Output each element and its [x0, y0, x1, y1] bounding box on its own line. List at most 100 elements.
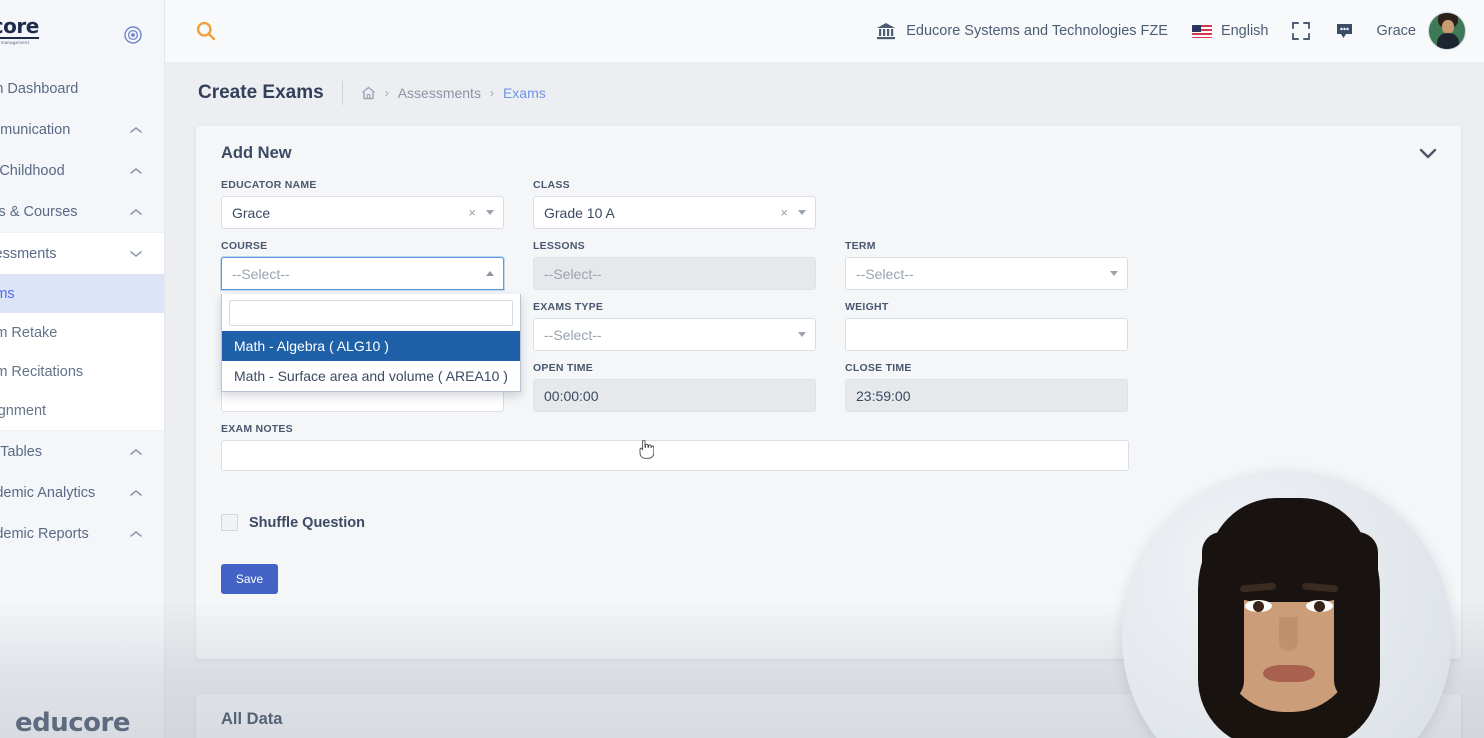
breadcrumb-item-exams[interactable]: Exams: [503, 85, 546, 101]
field-label: COURSE: [221, 240, 268, 252]
educator-name-select[interactable]: Grace ×: [221, 196, 504, 229]
field-label: TERM: [845, 240, 876, 252]
field-open-time: OPEN TIME 00:00:00: [533, 362, 816, 412]
sidebar-item-exam-recitations[interactable]: xam Recitations: [0, 352, 164, 391]
lessons-placeholder: --Select--: [544, 265, 602, 282]
caret-down-icon: [486, 210, 494, 215]
field-spacer-1: [845, 179, 1128, 229]
sidebar-item-academic-analytics[interactable]: cademic Analytics: [0, 472, 164, 513]
target-icon[interactable]: [124, 26, 142, 44]
sidebar-item-timetables[interactable]: meTables: [0, 431, 164, 472]
sidebar-item-label: rly Childhood: [0, 162, 65, 179]
field-label: EDUCATOR NAME: [221, 179, 317, 191]
sidebar-item-label: xams: [0, 285, 15, 302]
top-bar: Educore Systems and Technologies FZE Eng…: [165, 0, 1484, 62]
sidebar-item-label: cademic Reports: [0, 525, 89, 542]
clear-icon[interactable]: ×: [468, 205, 476, 220]
caret-down-icon: [798, 210, 806, 215]
chevron-up-icon: [130, 489, 142, 497]
app-logo[interactable]: ucore education management: [0, 16, 39, 46]
exam-notes-input[interactable]: [221, 440, 1129, 471]
sidebar-nav: ach Dashboard ommunication rly Childhood…: [0, 62, 164, 554]
field-label: CLASS: [533, 179, 570, 191]
app-logo-subtitle: education management: [0, 40, 30, 46]
sidebar-item-label: xam Recitations: [0, 363, 84, 380]
sidebar-item-topics-and-courses[interactable]: pics & Courses: [0, 191, 164, 232]
exams-type-placeholder: --Select--: [544, 326, 602, 343]
form-row-2: COURSE --Select-- Math - Algebra ( ALG10…: [221, 240, 1436, 392]
chevron-down-icon[interactable]: [1419, 148, 1437, 159]
field-label: WEIGHT: [845, 301, 889, 313]
top-bar-actions: Educore Systems and Technologies FZE Eng…: [876, 12, 1484, 50]
sidebar-item-label: pics & Courses: [0, 203, 78, 220]
lessons-select[interactable]: --Select--: [533, 257, 816, 290]
breadcrumb-separator: ›: [489, 86, 494, 100]
sidebar-item-assignment[interactable]: ssignment: [0, 391, 164, 430]
course-option-surface-area[interactable]: Math - Surface area and volume ( AREA10 …: [222, 361, 520, 391]
sidebar-item-exams[interactable]: xams: [0, 274, 164, 313]
clear-icon[interactable]: ×: [780, 205, 788, 220]
breadcrumb-separator: ›: [384, 86, 389, 100]
course-dropdown-search-input[interactable]: [229, 300, 513, 326]
open-time-input[interactable]: 00:00:00: [533, 379, 816, 412]
field-weight: WEIGHT: [845, 301, 1128, 351]
term-select[interactable]: --Select--: [845, 257, 1128, 290]
chat-bubble-icon[interactable]: [1333, 19, 1357, 43]
field-label: OPEN TIME: [533, 362, 594, 374]
breadcrumb-item-assessments[interactable]: Assessments: [398, 85, 481, 101]
user-name-label[interactable]: Grace: [1377, 23, 1417, 39]
close-time-input[interactable]: 23:59:00: [845, 379, 1128, 412]
shuffle-question-checkbox[interactable]: [221, 514, 238, 531]
field-exams-type: EXAMS TYPE --Select--: [533, 301, 816, 351]
search-icon[interactable]: [193, 18, 219, 44]
card-header: Add New: [196, 126, 1461, 163]
avatar[interactable]: [1428, 12, 1466, 50]
sidebar-item-early-childhood[interactable]: rly Childhood: [0, 150, 164, 191]
class-value: Grade 10 A: [544, 204, 615, 221]
card-title: Add New: [221, 144, 292, 162]
organization-name: Educore Systems and Technologies FZE: [906, 23, 1168, 39]
field-lessons: LESSONS --Select--: [533, 240, 816, 290]
chevron-up-icon: [130, 126, 142, 134]
sidebar-item-label: cademic Analytics: [0, 484, 96, 501]
breadcrumb: › Assessments › Exams: [361, 85, 546, 101]
language-label[interactable]: English: [1221, 23, 1269, 39]
sidebar-item-communication[interactable]: ommunication: [0, 109, 164, 150]
course-select[interactable]: --Select--: [221, 257, 504, 290]
sidebar-item-exam-retake[interactable]: xam Retake: [0, 313, 164, 352]
field-label: LESSONS: [533, 240, 585, 252]
course-option-algebra[interactable]: Math - Algebra ( ALG10 ): [222, 331, 520, 361]
sidebar-item-label: ssignment: [0, 402, 47, 419]
course-placeholder: --Select--: [232, 265, 290, 282]
divider: [341, 81, 343, 105]
organization-block[interactable]: Educore Systems and Technologies FZE: [876, 22, 1168, 40]
us-flag-icon[interactable]: [1191, 24, 1212, 38]
sidebar-item-label: ssessments: [0, 245, 57, 262]
field-label: EXAMS TYPE: [533, 301, 604, 313]
field-course: COURSE --Select-- Math - Algebra ( ALG10…: [221, 240, 521, 392]
caret-up-icon: [486, 271, 494, 276]
class-select[interactable]: Grade 10 A ×: [533, 196, 816, 229]
course-dropdown-panel: Math - Algebra ( ALG10 ) Math - Surface …: [221, 294, 521, 392]
page-title: Create Exams: [198, 82, 324, 103]
fullscreen-icon[interactable]: [1289, 19, 1313, 43]
sidebar-item-teach-dashboard[interactable]: ach Dashboard: [0, 68, 164, 109]
webcam-video-overlay: [1122, 472, 1452, 738]
chevron-up-icon: [130, 167, 142, 175]
footer-logo-text: educore: [15, 708, 131, 738]
field-label: EXAM NOTES: [221, 423, 293, 435]
home-icon[interactable]: [361, 86, 376, 100]
sidebar-item-assessments[interactable]: ssessments: [0, 233, 164, 274]
chevron-up-icon: [130, 530, 142, 538]
form-row-1: EDUCATOR NAME Grace × CLASS Grade 10 A ×: [221, 179, 1436, 229]
app-logo-text: ucore: [0, 16, 39, 40]
sidebar-footer-logo: educore: [0, 692, 165, 738]
field-label: CLOSE TIME: [845, 362, 912, 374]
sidebar-item-academic-reports[interactable]: cademic Reports: [0, 513, 164, 554]
exams-type-select[interactable]: --Select--: [533, 318, 816, 351]
open-time-value: 00:00:00: [544, 387, 599, 404]
sidebar-item-label: ach Dashboard: [0, 80, 79, 97]
sidebar-header: ucore education management: [0, 0, 164, 62]
weight-input[interactable]: [845, 318, 1128, 351]
save-button[interactable]: Save: [221, 564, 278, 594]
